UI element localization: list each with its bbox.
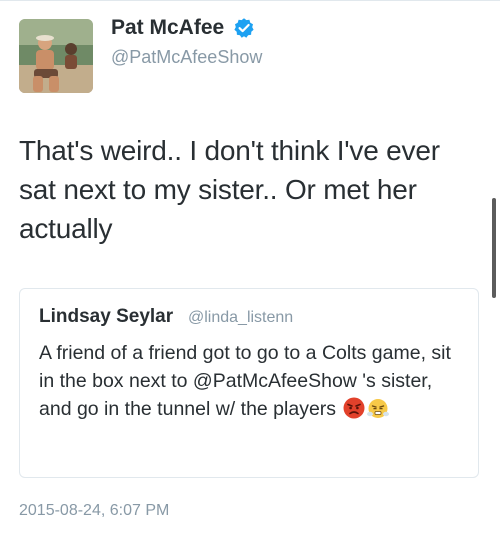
author-name[interactable]: Pat McAfee	[111, 15, 224, 41]
tweet-text: That's weird.. I don't think I've ever s…	[19, 135, 440, 244]
tweet-card: Pat McAfee @PatMcAfeeShow That's weird..…	[0, 0, 500, 539]
face-with-steam-icon	[367, 399, 390, 418]
tweet-timestamp[interactable]: 2015-08-24, 6:07 PM	[19, 500, 169, 522]
avatar-photo	[19, 19, 93, 93]
quoted-tweet[interactable]: Lindsay Seylar @linda_listenn A friend o…	[19, 288, 479, 478]
quoted-author-handle: @linda_listenn	[188, 309, 294, 326]
quoted-tweet-text: A friend of a friend got to go to a Colt…	[39, 339, 464, 423]
scrollbar[interactable]	[492, 198, 496, 298]
author-handle[interactable]: @PatMcAfeeShow	[111, 46, 262, 68]
avatar[interactable]	[19, 19, 93, 93]
verified-badge-icon	[234, 18, 254, 38]
quoted-author-name: Lindsay Seylar	[39, 306, 174, 327]
angry-face-icon	[343, 397, 365, 419]
